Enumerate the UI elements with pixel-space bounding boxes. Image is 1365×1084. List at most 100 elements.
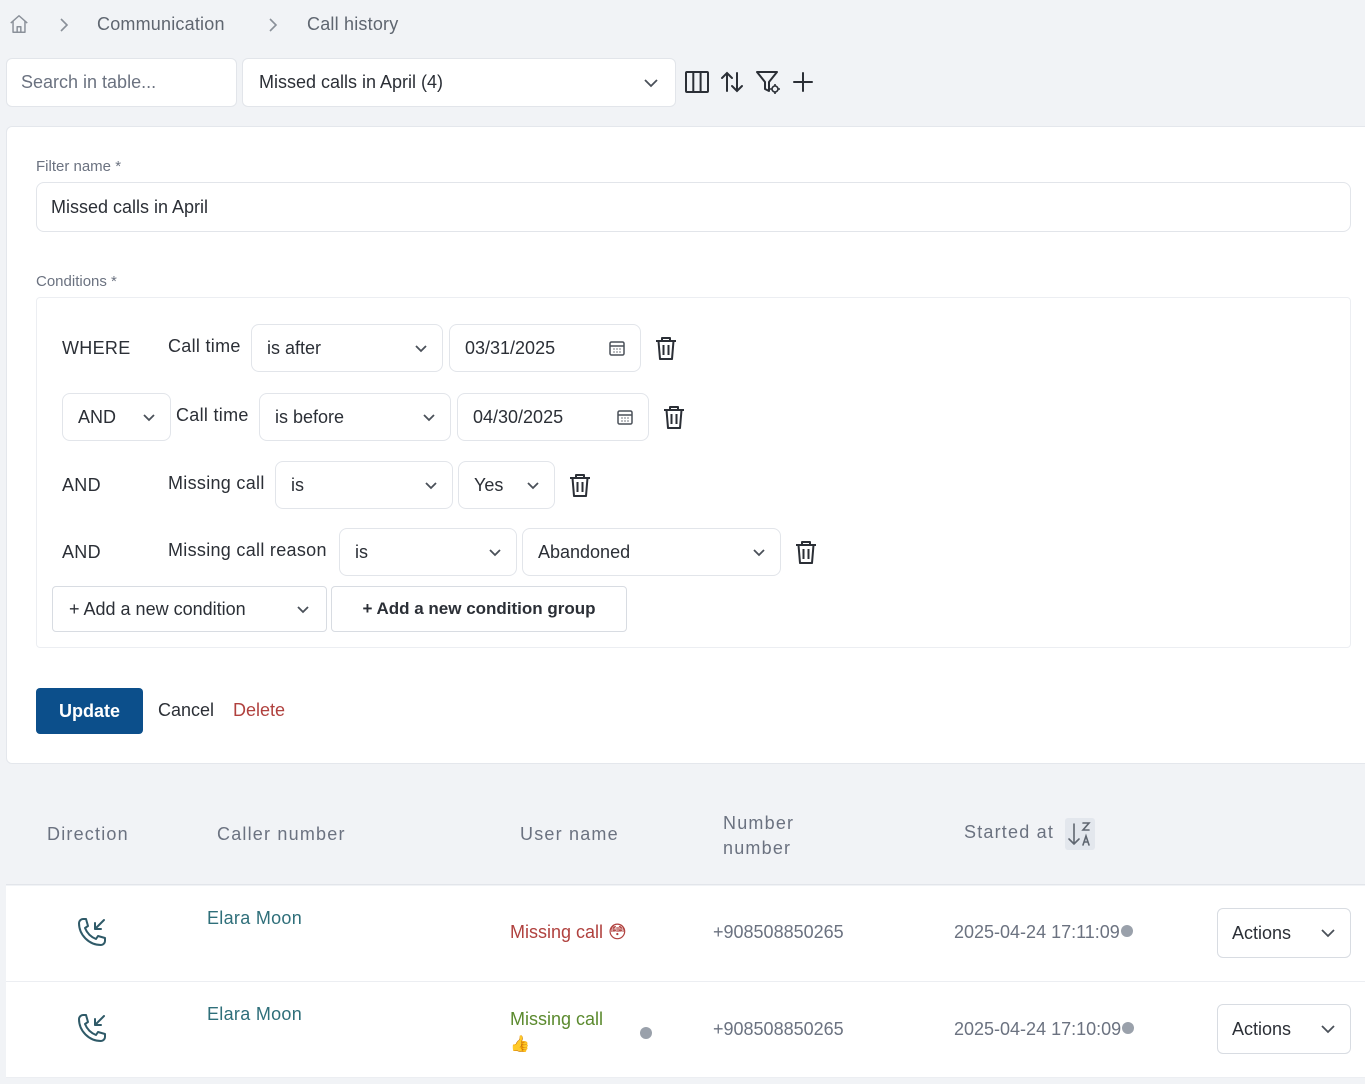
condition-operator-select[interactable]: is after (251, 324, 443, 372)
started-at-cell: 2025-04-24 17:10:09 (954, 1019, 1135, 1040)
table-row[interactable] (6, 886, 1365, 982)
user-name-text: Missing call (510, 922, 604, 942)
started-at-cell: 2025-04-24 17:11:09 (954, 922, 1133, 943)
actions-button[interactable]: Actions (1217, 908, 1351, 958)
trash-icon[interactable] (793, 539, 819, 565)
plus-icon[interactable] (788, 67, 818, 97)
chevron-down-icon (526, 481, 540, 490)
column-header-caller-number[interactable]: Caller number (217, 824, 346, 845)
condition-field: Call time (176, 405, 249, 425)
trash-icon[interactable] (661, 404, 687, 430)
condition-connector-select[interactable]: AND (62, 393, 171, 441)
operator-value: is before (275, 406, 345, 427)
operator-value: is (291, 474, 304, 495)
add-condition-button[interactable]: + Add a new condition (52, 586, 327, 632)
sort-icon[interactable] (717, 67, 747, 97)
chevron-down-icon (414, 344, 428, 353)
table-row[interactable] (6, 982, 1365, 1078)
chevron-down-icon (142, 413, 156, 422)
chevron-down-icon (422, 413, 436, 422)
condition-field: Call time (168, 336, 241, 356)
update-label: Update (58, 700, 120, 721)
cancel-button[interactable]: Cancel (158, 700, 214, 721)
emoji-flushed-icon: 😳 (608, 922, 627, 942)
column-header-direction[interactable]: Direction (47, 824, 129, 845)
chevron-down-icon (424, 481, 438, 490)
date-value: 04/30/2025 (473, 406, 564, 427)
condition-field: Missing call reason (168, 540, 327, 560)
started-at-text: 2025-04-24 17:10:09 (954, 1019, 1122, 1039)
sort-z-a-icon[interactable] (1065, 818, 1095, 850)
column-header-number-line1: Number (723, 813, 795, 833)
delete-button[interactable]: Delete (233, 700, 285, 721)
condition-connector-and: AND (62, 542, 101, 562)
condition-date-input[interactable]: 04/30/2025 (457, 393, 649, 441)
condition-operator-select[interactable]: is (275, 461, 453, 509)
chevron-right-icon (58, 17, 70, 33)
chevron-down-icon (1320, 1024, 1336, 1034)
operator-value: is (355, 541, 368, 562)
condition-value-select[interactable]: Yes (458, 461, 555, 509)
filter-name-value: Missed calls in April (51, 196, 209, 217)
condition-date-input[interactable]: 03/31/2025 (449, 324, 641, 372)
calendar-icon[interactable] (608, 339, 626, 357)
condition-operator-select[interactable]: is (339, 528, 517, 576)
chevron-down-icon (296, 605, 310, 614)
columns-icon[interactable] (682, 67, 712, 97)
info-icon[interactable] (1120, 925, 1133, 938)
value-text: Yes (474, 474, 504, 495)
user-name-text: Missing call (510, 1009, 604, 1029)
search-input[interactable] (21, 72, 222, 93)
chevron-down-icon (752, 548, 766, 557)
calendar-icon[interactable] (616, 408, 634, 426)
search-box (6, 58, 237, 107)
incoming-call-icon (74, 1012, 108, 1046)
trash-icon[interactable] (567, 472, 593, 498)
filter-name-label: Filter name * (36, 158, 122, 175)
trash-icon[interactable] (653, 335, 679, 361)
breadcrumb: Communication Call history (0, 0, 600, 50)
condition-value-select[interactable]: Abandoned (522, 528, 781, 576)
operator-value: is after (267, 337, 322, 358)
info-icon[interactable] (640, 1026, 652, 1039)
actions-label: Actions (1232, 922, 1292, 943)
breadcrumb-item-call-history: Call history (307, 14, 399, 34)
saved-filter-value: Missed calls in April (4) (259, 72, 444, 92)
emoji-thumbs-up-icon: 👍 (510, 1036, 530, 1053)
phone-number: +908508850265 (713, 1019, 844, 1039)
column-header-user-name[interactable]: User name (520, 824, 619, 845)
conditions-label: Conditions * (36, 273, 117, 290)
column-header-number-line2: number (723, 838, 792, 858)
breadcrumb-item-communication[interactable]: Communication (97, 14, 225, 35)
condition-field: Missing call (168, 473, 265, 493)
user-name-cell: Missing call 😳 (510, 922, 627, 943)
chevron-right-icon (267, 17, 279, 33)
caller-name-link[interactable]: Elara Moon (207, 908, 302, 929)
caller-name-link[interactable]: Elara Moon (207, 1004, 302, 1025)
table-header (6, 784, 1365, 885)
chevron-down-icon (643, 78, 659, 88)
condition-connector-and: AND (62, 475, 101, 495)
filter-name-field[interactable]: Missed calls in April (36, 182, 1351, 232)
incoming-call-icon (74, 916, 108, 950)
chevron-down-icon (488, 548, 502, 557)
home-icon[interactable] (8, 13, 30, 35)
column-header-started-at[interactable]: Started at (964, 822, 1054, 843)
add-condition-label: + Add a new condition (69, 598, 246, 619)
actions-label: Actions (1232, 1018, 1292, 1039)
info-icon[interactable] (1122, 1022, 1135, 1035)
user-name-cell: Missing call 👍 (510, 1006, 603, 1058)
actions-button[interactable]: Actions (1217, 1004, 1351, 1054)
condition-connector-where: WHERE (62, 338, 131, 358)
connector-value: AND (78, 406, 117, 427)
filter-settings-icon[interactable] (753, 67, 783, 97)
date-value: 03/31/2025 (465, 337, 556, 358)
saved-filter-select[interactable]: Missed calls in April (4) (242, 58, 676, 107)
add-condition-group-button[interactable]: + Add a new condition group (331, 586, 627, 632)
condition-operator-select[interactable]: is before (259, 393, 451, 441)
chevron-down-icon (1320, 928, 1336, 938)
add-group-label: + Add a new condition group (362, 599, 596, 618)
update-button[interactable]: Update (36, 688, 143, 734)
column-header-number[interactable]: Number number (723, 811, 794, 861)
phone-number: +908508850265 (713, 922, 844, 942)
